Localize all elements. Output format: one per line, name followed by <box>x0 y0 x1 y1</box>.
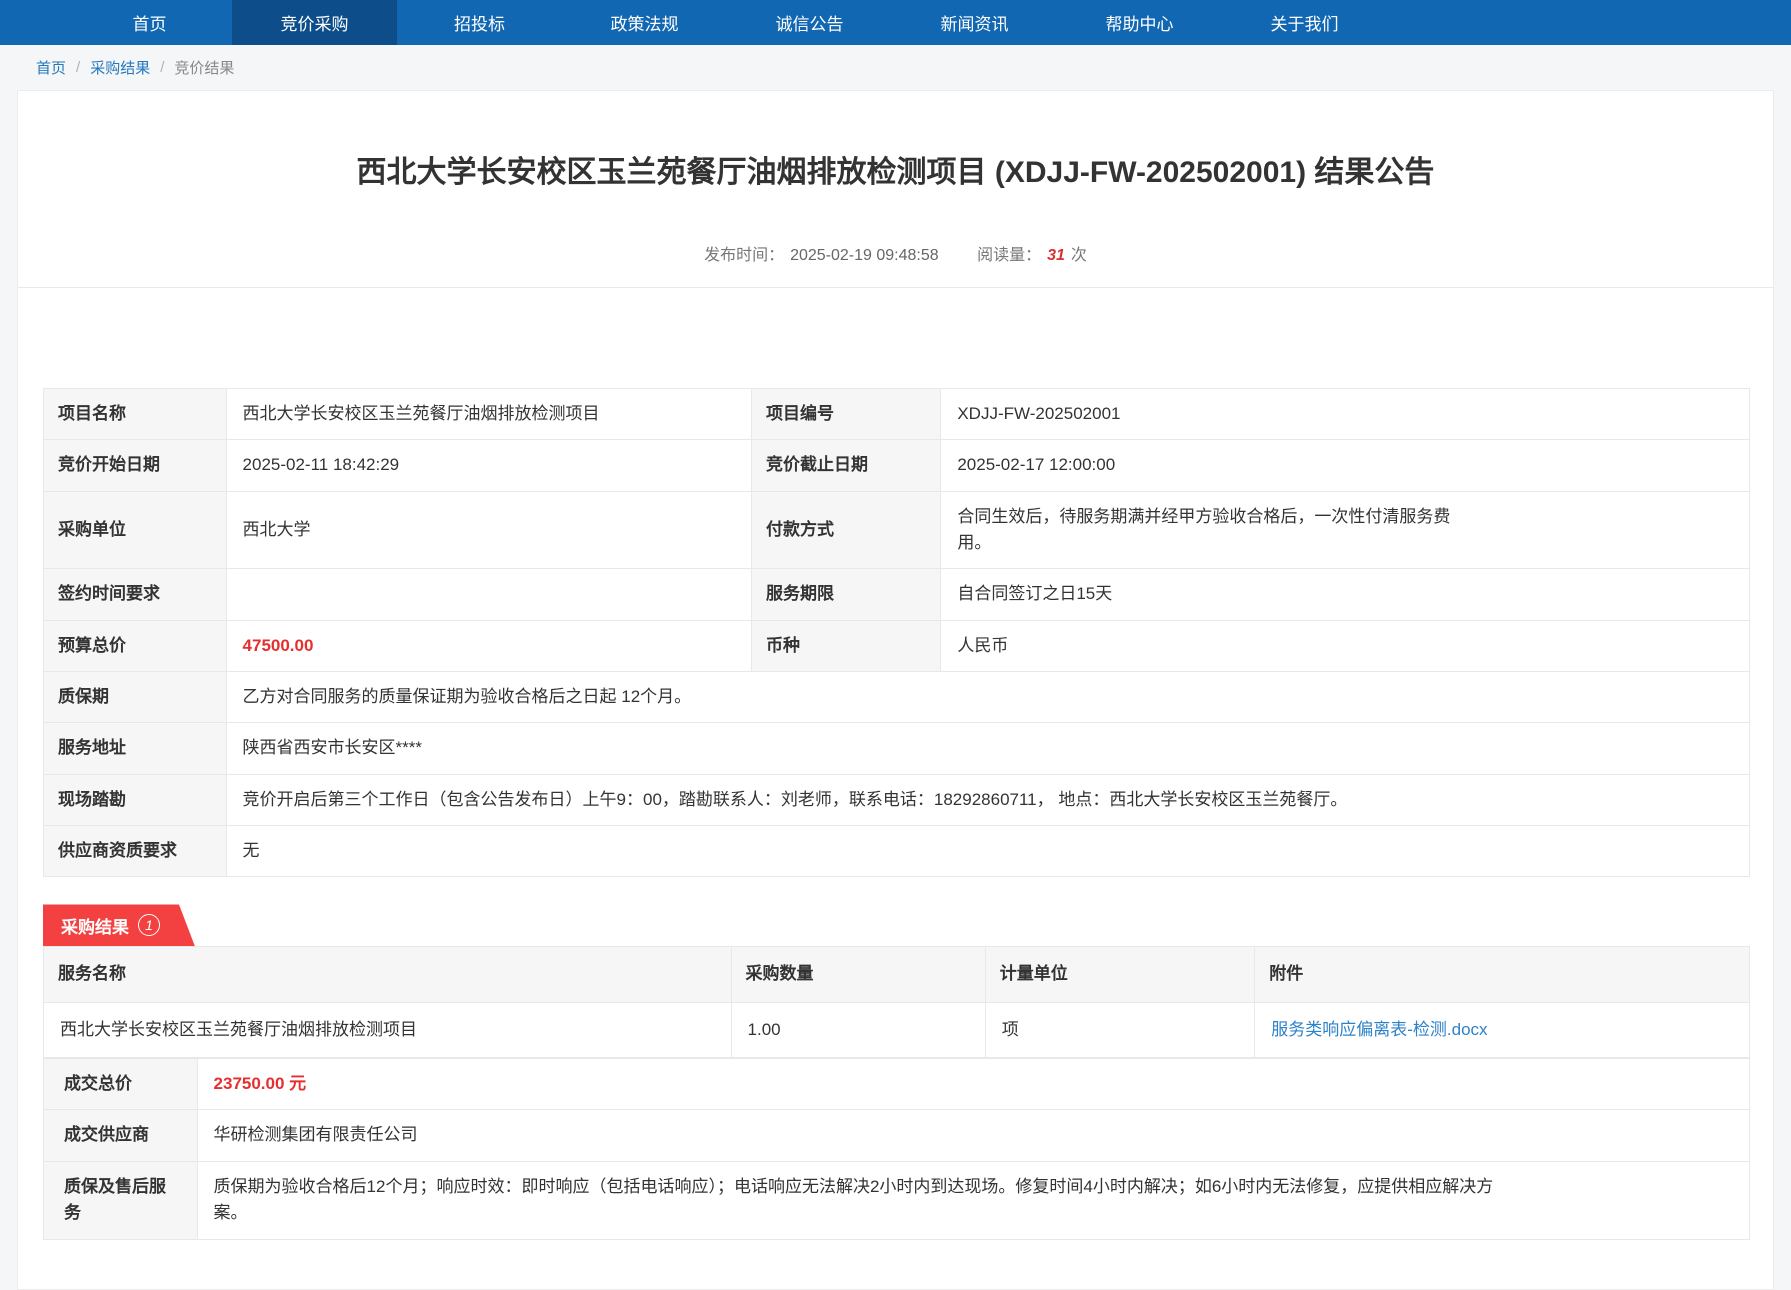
nav-item-integrity-notices[interactable]: 诚信公告 <box>727 0 892 45</box>
table-row: 签约时间要求 服务期限 自合同签订之日15天 <box>44 569 1750 620</box>
project-number-label: 项目编号 <box>751 389 940 440</box>
result-count-circle-icon: 1 <box>138 914 160 936</box>
service-address-value: 陕西省西安市长安区**** <box>226 723 1749 774</box>
breadcrumb-section-link[interactable]: 采购结果 <box>90 57 150 78</box>
purchaser-value: 西北大学 <box>226 491 751 569</box>
table-row: 成交总价 23750.00 元 <box>44 1059 1750 1110</box>
supplier-qualification-value: 无 <box>226 826 1749 877</box>
attachment-download-link[interactable]: 服务类响应偏离表-检测.docx <box>1271 1020 1487 1039</box>
deal-total-price-label: 成交总价 <box>44 1059 198 1110</box>
bid-start-label: 竞价开始日期 <box>44 440 227 491</box>
table-row: 预算总价 47500.00 币种 人民币 <box>44 620 1750 671</box>
table-row: 采购单位 西北大学 付款方式 合同生效后，待服务期满并经甲方验收合格后，一次性付… <box>44 491 1750 569</box>
warranty-after-sale-value: 质保期为验收合格后12个月；响应时效：即时响应（包括电话响应）；电话响应无法解决… <box>197 1161 1749 1239</box>
bid-end-value: 2025-02-17 12:00:00 <box>941 440 1750 491</box>
article-header: 西北大学长安校区玉兰苑餐厅油烟排放检测项目 (XDJJ-FW-202502001… <box>18 91 1773 288</box>
purchase-result-badge: 采购结果 1 <box>43 904 195 946</box>
page-title: 西北大学长安校区玉兰苑餐厅油烟排放检测项目 (XDJJ-FW-202502001… <box>18 147 1773 191</box>
breadcrumb-home-link[interactable]: 首页 <box>36 57 66 78</box>
supplier-qualification-label: 供应商资质要求 <box>44 826 227 877</box>
table-row: 现场踏勘 竞价开启后第三个工作日（包含公告发布日）上午9：00，踏勘联系人：刘老… <box>44 774 1750 825</box>
nav-item-home[interactable]: 首页 <box>67 0 232 45</box>
bid-start-value: 2025-02-11 18:42:29 <box>226 440 751 491</box>
publish-time-label: 发布时间： <box>704 247 784 264</box>
winning-supplier-label: 成交供应商 <box>44 1110 198 1161</box>
table-row: 成交供应商 华研检测集团有限责任公司 <box>44 1110 1750 1161</box>
publish-time-value: 2025-02-19 09:48:58 <box>790 247 939 264</box>
purchase-result-badge-label: 采购结果 <box>61 913 129 938</box>
payment-method-value: 合同生效后，待服务期满并经甲方验收合格后，一次性付清服务费用。 <box>941 491 1750 569</box>
top-navigation: 首页 竞价采购 招投标 政策法规 诚信公告 新闻资讯 帮助中心 关于我们 <box>0 0 1791 45</box>
unit-header: 计量单位 <box>985 947 1255 1002</box>
warranty-after-sale-label: 质保及售后服务 <box>44 1161 198 1239</box>
service-period-value: 自合同签订之日15天 <box>941 569 1750 620</box>
table-row: 竞价开始日期 2025-02-11 18:42:29 竞价截止日期 2025-0… <box>44 440 1750 491</box>
service-period-label: 服务期限 <box>751 569 940 620</box>
table-row: 西北大学长安校区玉兰苑餐厅油烟排放检测项目 1.00 项 服务类响应偏离表-检测… <box>44 1002 1750 1057</box>
nav-item-tendering[interactable]: 招投标 <box>397 0 562 45</box>
warranty-value: 乙方对合同服务的质量保证期为验收合格后之日起 12个月。 <box>226 672 1749 723</box>
bid-end-label: 竞价截止日期 <box>751 440 940 491</box>
breadcrumb-separator: / <box>76 59 80 76</box>
winning-supplier-value: 华研检测集团有限责任公司 <box>197 1110 1749 1161</box>
site-visit-value: 竞价开启后第三个工作日（包含公告发布日）上午9：00，踏勘联系人：刘老师，联系电… <box>226 774 1749 825</box>
service-address-label: 服务地址 <box>44 723 227 774</box>
table-row: 服务地址 陕西省西安市长安区**** <box>44 723 1750 774</box>
views-unit: 次 <box>1071 247 1087 264</box>
table-header-row: 服务名称 采购数量 计量单位 附件 <box>44 947 1750 1002</box>
unit-value: 项 <box>985 1002 1255 1057</box>
table-row: 质保期 乙方对合同服务的质量保证期为验收合格后之日起 12个月。 <box>44 672 1750 723</box>
header-divider <box>18 287 1773 288</box>
project-name-value: 西北大学长安校区玉兰苑餐厅油烟排放检测项目 <box>226 389 751 440</box>
nav-item-policies[interactable]: 政策法规 <box>562 0 727 45</box>
currency-label: 币种 <box>751 620 940 671</box>
breadcrumb-separator: / <box>160 59 164 76</box>
deal-total-price-value: 23750.00 元 <box>197 1059 1749 1110</box>
project-number-value: XDJJ-FW-202502001 <box>941 389 1750 440</box>
project-name-label: 项目名称 <box>44 389 227 440</box>
announcement-card: 西北大学长安校区玉兰苑餐厅油烟排放检测项目 (XDJJ-FW-202502001… <box>17 90 1774 1290</box>
breadcrumb: 首页 / 采购结果 / 竞价结果 <box>0 45 1791 90</box>
nav-item-news[interactable]: 新闻资讯 <box>892 0 1057 45</box>
project-info-table: 项目名称 西北大学长安校区玉兰苑餐厅油烟排放检测项目 项目编号 XDJJ-FW-… <box>43 388 1750 877</box>
table-row: 质保及售后服务 质保期为验收合格后12个月；响应时效：即时响应（包括电话响应）；… <box>44 1161 1750 1239</box>
budget-total-label: 预算总价 <box>44 620 227 671</box>
purchase-quantity-header: 采购数量 <box>731 947 985 1002</box>
table-row: 供应商资质要求 无 <box>44 826 1750 877</box>
nav-item-bidding-purchase[interactable]: 竞价采购 <box>232 0 397 45</box>
service-name-header: 服务名称 <box>44 947 732 1002</box>
nav-item-help-center[interactable]: 帮助中心 <box>1057 0 1222 45</box>
views-count: 31 <box>1047 247 1065 264</box>
views-label: 阅读量： <box>977 247 1041 264</box>
currency-value: 人民币 <box>941 620 1750 671</box>
purchase-quantity-value: 1.00 <box>731 1002 985 1057</box>
nav-item-about-us[interactable]: 关于我们 <box>1222 0 1387 45</box>
signing-time-value <box>226 569 751 620</box>
purchase-result-table: 服务名称 采购数量 计量单位 附件 西北大学长安校区玉兰苑餐厅油烟排放检测项目 … <box>43 946 1750 1058</box>
purchaser-label: 采购单位 <box>44 491 227 569</box>
site-visit-label: 现场踏勘 <box>44 774 227 825</box>
payment-method-label: 付款方式 <box>751 491 940 569</box>
budget-total-value: 47500.00 <box>226 620 751 671</box>
deal-info-table: 成交总价 23750.00 元 成交供应商 华研检测集团有限责任公司 质保及售后… <box>43 1058 1750 1239</box>
breadcrumb-current: 竞价结果 <box>174 57 234 78</box>
warranty-label: 质保期 <box>44 672 227 723</box>
service-name-value: 西北大学长安校区玉兰苑餐厅油烟排放检测项目 <box>44 1002 732 1057</box>
attachment-cell: 服务类响应偏离表-检测.docx <box>1255 1002 1750 1057</box>
attachment-header: 附件 <box>1255 947 1750 1002</box>
publish-info: 发布时间： 2025-02-19 09:48:58 阅读量： 31 次 <box>18 241 1773 265</box>
signing-time-label: 签约时间要求 <box>44 569 227 620</box>
table-row: 项目名称 西北大学长安校区玉兰苑餐厅油烟排放检测项目 项目编号 XDJJ-FW-… <box>44 389 1750 440</box>
